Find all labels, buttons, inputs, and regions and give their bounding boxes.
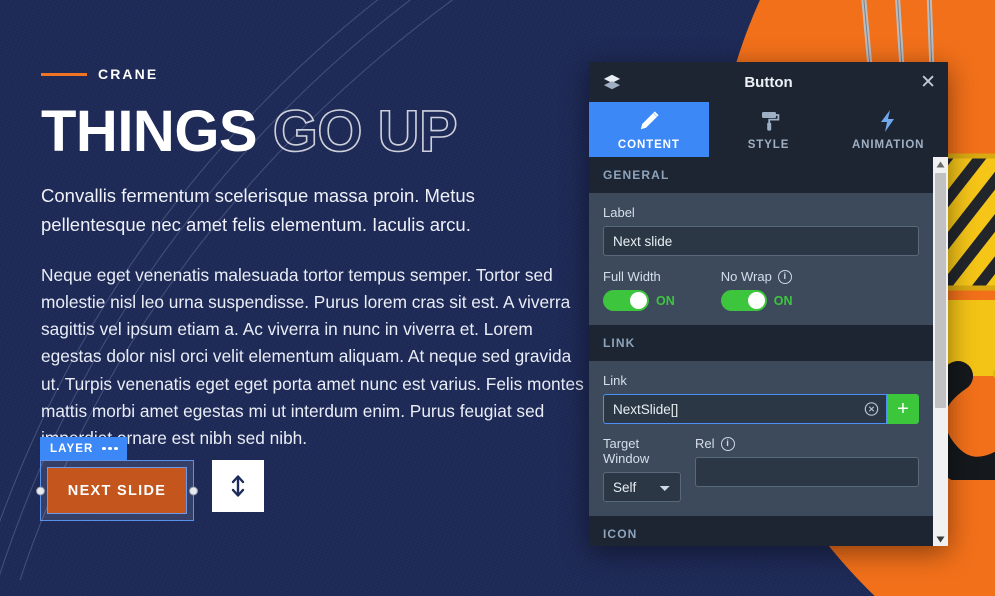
button-settings-panel[interactable]: Button ✕ CONTENT STYLE ANIMATION GENERAL… [589, 62, 948, 546]
toggle-row: Full Width ON No Wrap i ON [603, 269, 919, 311]
caret-up-icon[interactable] [933, 157, 948, 171]
link-target-row: Target Window Self Rel i [603, 436, 919, 502]
section-heading-general: GENERAL [589, 157, 933, 193]
vertical-resize-control[interactable] [212, 460, 264, 512]
panel-scrollbar[interactable] [933, 157, 948, 546]
layer-badge-label: LAYER [50, 442, 94, 455]
full-width-state: ON [656, 293, 675, 308]
vertical-resize-arrow-icon [231, 475, 245, 497]
title-solid-part: THINGS [41, 99, 273, 164]
selected-widget-row: LAYER NEXT SLIDE [36, 437, 264, 521]
lead-paragraph: Convallis fermentum scelerisque massa pr… [41, 185, 475, 235]
section-link: Link + Target Window [589, 361, 933, 516]
tab-style[interactable]: STYLE [708, 102, 829, 157]
no-wrap-group: No Wrap i ON [720, 269, 793, 311]
info-icon[interactable]: i [777, 269, 792, 284]
ellipsis-icon[interactable] [102, 446, 118, 451]
label-field-label: Label [603, 205, 635, 220]
rel-input[interactable] [695, 457, 919, 487]
tab-content[interactable]: CONTENT [589, 102, 709, 157]
widget-selection-frame[interactable]: NEXT SLIDE [36, 460, 198, 521]
layers-icon[interactable] [603, 73, 621, 91]
full-width-label: Full Width [603, 269, 661, 284]
target-window-label: Target Window [603, 436, 650, 466]
panel-tabs: CONTENT STYLE ANIMATION [589, 102, 948, 157]
clear-circle-x-icon[interactable] [864, 402, 879, 417]
section-heading-link: LINK [589, 325, 933, 361]
rel-label: Rel [695, 436, 715, 451]
eyebrow: CRANE [41, 62, 586, 86]
page-title: THINGS GO UP [41, 99, 586, 164]
link-field-label: Link [603, 373, 627, 388]
close-icon[interactable]: ✕ [920, 73, 936, 92]
info-icon[interactable]: i [720, 436, 735, 451]
link-input[interactable] [603, 394, 887, 424]
pencil-icon [640, 111, 659, 130]
section-general: Label Full Width ON No Wr [589, 193, 933, 325]
no-wrap-label: No Wrap [720, 269, 772, 284]
rel-label-row: Rel i [695, 436, 919, 451]
section-heading-icon: ICON [589, 516, 933, 546]
tab-content-label: CONTENT [617, 139, 680, 151]
resize-handle-left[interactable] [36, 486, 45, 495]
target-window-group: Target Window Self [603, 436, 681, 502]
scrollbar-track[interactable] [933, 171, 948, 532]
slide-content: CRANE THINGS GO UP Convallis fermentum s… [41, 62, 586, 453]
no-wrap-control: ON [720, 290, 793, 311]
no-wrap-toggle[interactable] [720, 290, 767, 311]
resize-handle-right[interactable] [189, 486, 198, 495]
full-width-head: Full Width [603, 269, 675, 284]
link-input-wrapper [603, 394, 887, 424]
target-window-select[interactable]: Self [603, 472, 681, 502]
panel-body: GENERAL Label Full Width ON [589, 157, 948, 546]
eyebrow-label: CRANE [98, 66, 159, 82]
link-input-row: + [603, 394, 919, 424]
paint-roller-icon [761, 112, 779, 131]
label-input[interactable] [603, 226, 919, 256]
tab-animation-label: ANIMATION [851, 139, 925, 151]
toggle-knob [630, 292, 647, 309]
button-widget-wrapper[interactable]: LAYER NEXT SLIDE [36, 437, 198, 521]
toggle-knob [747, 292, 765, 309]
caret-down-icon[interactable] [933, 532, 948, 546]
body-paragraph: Neque eget venenatis malesuada tortor te… [41, 264, 584, 449]
lightning-bolt-icon [881, 110, 895, 132]
tab-animation[interactable]: ANIMATION [828, 102, 948, 157]
rel-group: Rel i [695, 436, 919, 502]
layer-badge[interactable]: LAYER [40, 437, 127, 460]
tab-style-label: STYLE [747, 139, 790, 151]
eyebrow-rule [41, 72, 87, 76]
title-outline-part: GO UP [272, 99, 459, 164]
no-wrap-state: ON [773, 293, 793, 308]
no-wrap-head: No Wrap i [721, 269, 793, 284]
next-slide-button[interactable]: NEXT SLIDE [47, 467, 187, 514]
add-link-button[interactable]: + [887, 394, 919, 424]
panel-scroll-region: GENERAL Label Full Width ON [589, 157, 933, 546]
full-width-control: ON [603, 290, 675, 311]
panel-header: Button ✕ [589, 62, 948, 102]
panel-title: Button [744, 73, 793, 91]
full-width-toggle[interactable] [603, 290, 649, 311]
scrollbar-thumb[interactable] [935, 173, 946, 408]
full-width-group: Full Width ON [603, 269, 675, 311]
